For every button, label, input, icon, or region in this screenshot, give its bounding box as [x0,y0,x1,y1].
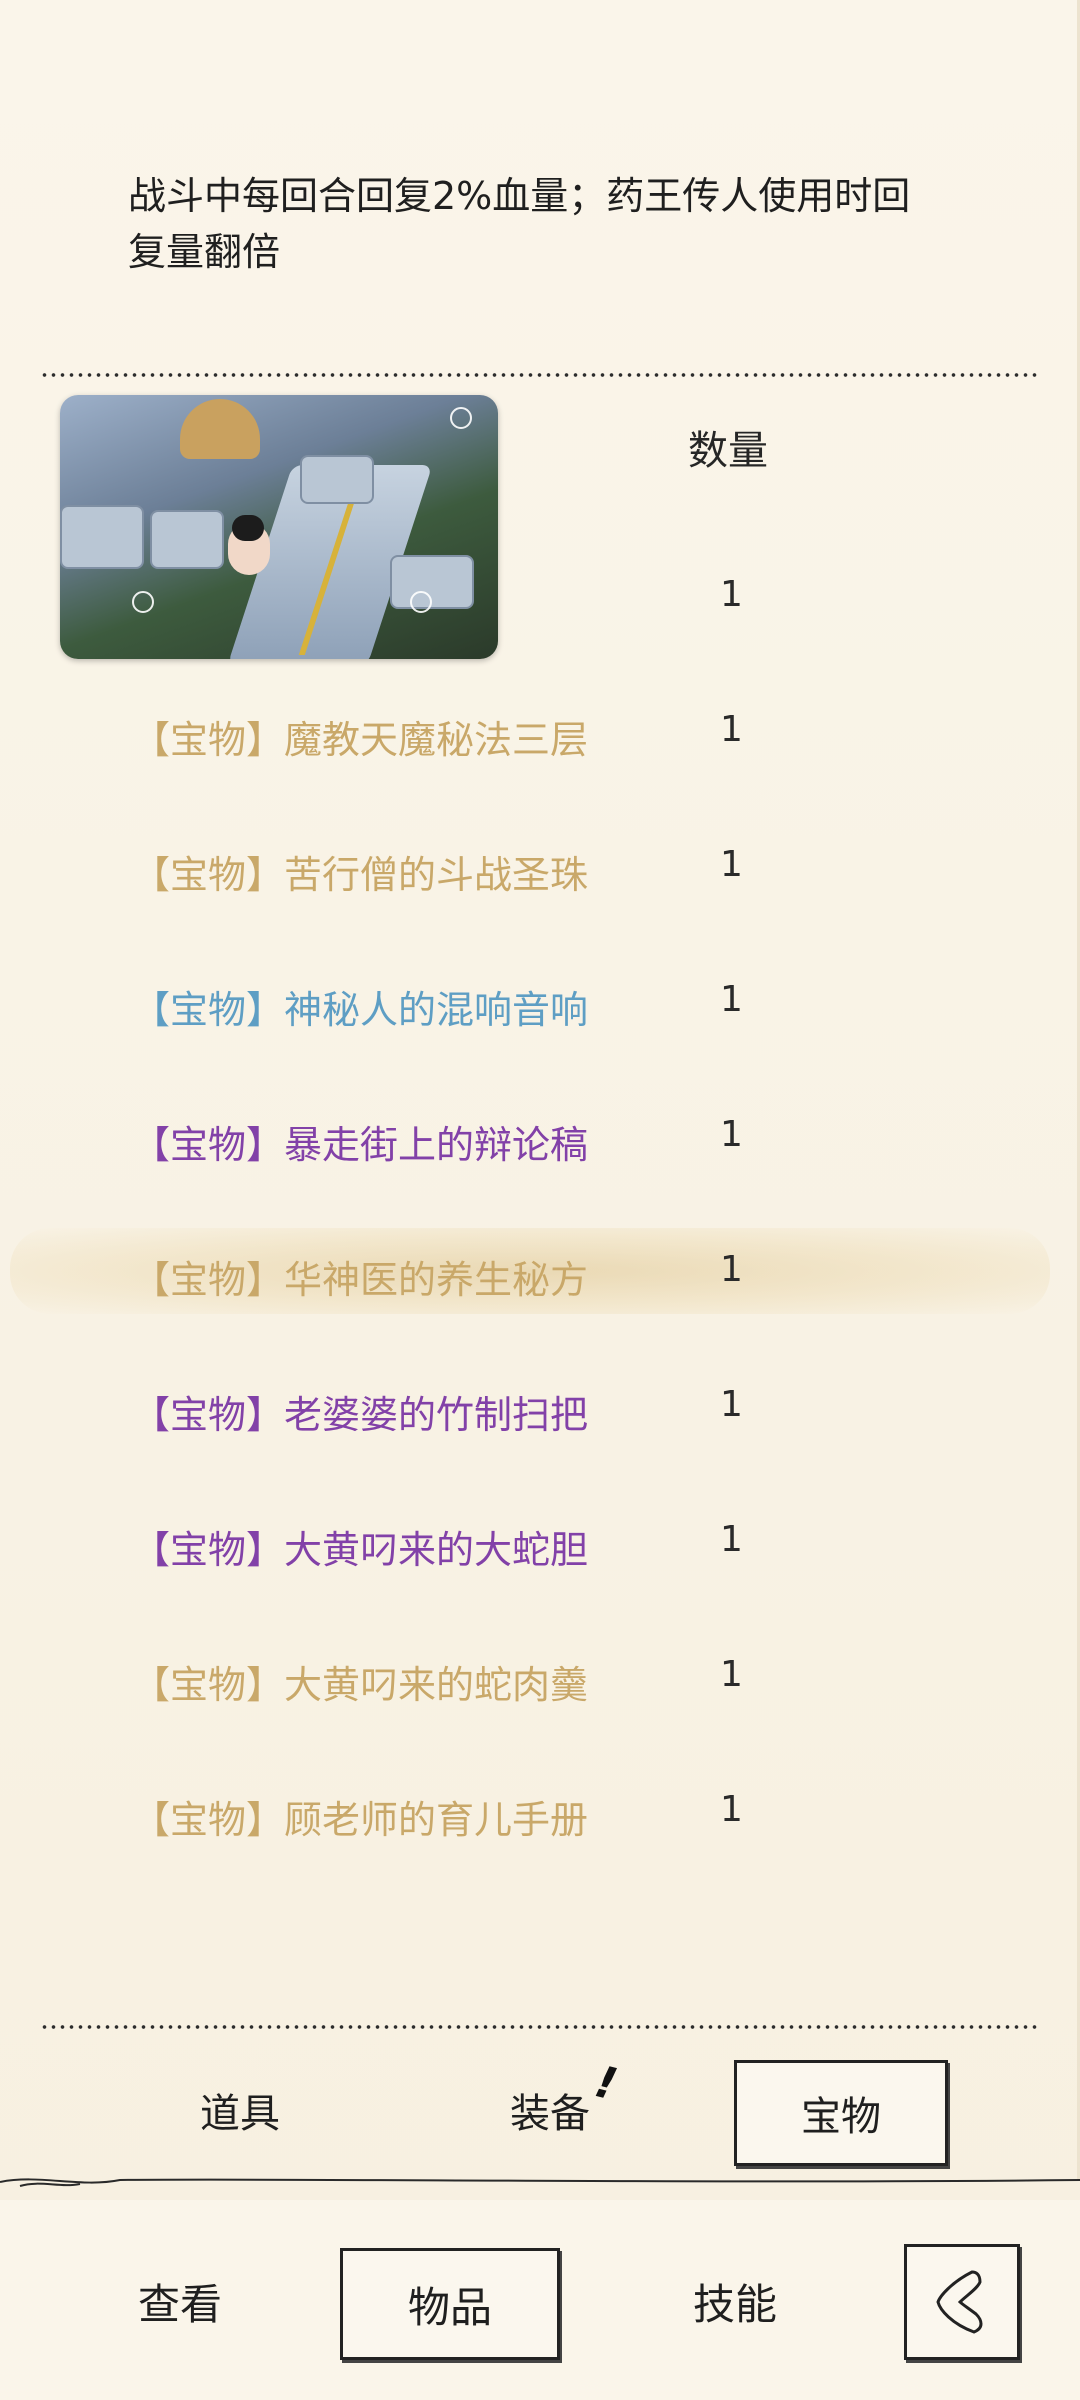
bottom-nav: 查看 物品 技能 [0,2200,1080,2400]
thumb-character [228,515,270,575]
thumb-slab [390,555,474,609]
item-quantity: 1 [720,1654,743,1695]
item-name: 【宝物】顾老师的育儿手册 [132,1798,589,1842]
nav-view[interactable]: 查看 [100,2248,260,2354]
item-quantity: 1 [720,1789,743,1830]
item-name: 【宝物】暴走街上的辩论稿 [132,1123,589,1167]
item-quantity: 1 [720,1519,743,1560]
item-name: 【宝物】大黄叼来的大蛇胆 [132,1528,589,1572]
item-quantity: 1 [720,979,743,1020]
nav-skills[interactable]: 技能 [660,2248,810,2354]
list-item[interactable]: 【宝物】魔教天魔秘法三层 1 [0,665,1080,799]
plus-icon [410,591,432,613]
divider-bottom [40,2024,1040,2030]
nav-items[interactable]: 物品 [340,2248,560,2360]
item-name: 【宝物】魔教天魔秘法三层 [132,718,589,762]
list-item[interactable]: 【宝物】神秘人的混响音响 1 [0,935,1080,1069]
item-quantity: 1 [720,1249,743,1290]
tab-props[interactable]: 道具 [170,2060,310,2160]
item-description: 战斗中每回合回复2%血量；药王传人使用时回复量翻倍 [128,174,911,274]
thumb-slab [150,510,224,569]
inventory-page: 战斗中每回合回复2%血量；药王传人使用时回复量翻倍 数量 【宝物】名师出师表1【… [0,0,1080,2400]
item-name: 【宝物】华神医的养生秘方 [132,1258,589,1302]
quantity-header: 数量 [688,428,768,474]
item-name: 【宝物】老婆婆的竹制扫把 [132,1393,589,1437]
item-name: 【宝物】苦行僧的斗战圣珠 [132,853,589,897]
thumb-rock [180,399,260,459]
list-item[interactable]: 【宝物】顾老师的育儿手册 1 [0,1745,1080,1879]
item-quantity: 1 [720,844,743,885]
item-quantity: 1 [720,1114,743,1155]
item-quantity: 1 [720,1384,743,1425]
thumb-slab [300,455,374,504]
list-item[interactable]: 【宝物】暴走街上的辩论稿 1 [0,1070,1080,1204]
item-name: 【宝物】神秘人的混响音响 [132,988,589,1032]
item-category-tabs: 道具 装备 宝物 [0,2050,1080,2170]
list-item[interactable]: 【宝物】华神医的养生秘方 1 [0,1205,1080,1339]
item-quantity: 1 [720,574,743,615]
item-quantity: 1 [720,709,743,750]
floating-video-thumbnail[interactable] [60,395,498,659]
list-item[interactable]: 【宝物】苦行僧的斗战圣珠 1 [0,800,1080,934]
back-button[interactable] [904,2244,1020,2360]
divider-top [40,372,1040,378]
thumb-slab [60,505,144,569]
brush-stroke-divider [0,2178,1080,2187]
joystick-icon [132,591,154,613]
list-item[interactable]: 【宝物】老婆婆的竹制扫把 1 [0,1340,1080,1474]
back-arrow-icon [936,2270,983,2334]
tab-treasure[interactable]: 宝物 [734,2060,948,2166]
item-name: 【宝物】大黄叼来的蛇肉羹 [132,1663,589,1707]
list-item[interactable]: 【宝物】大黄叼来的蛇肉羹 1 [0,1610,1080,1744]
settings-icon[interactable] [450,407,472,429]
list-item[interactable]: 【宝物】大黄叼来的大蛇胆 1 [0,1475,1080,1609]
